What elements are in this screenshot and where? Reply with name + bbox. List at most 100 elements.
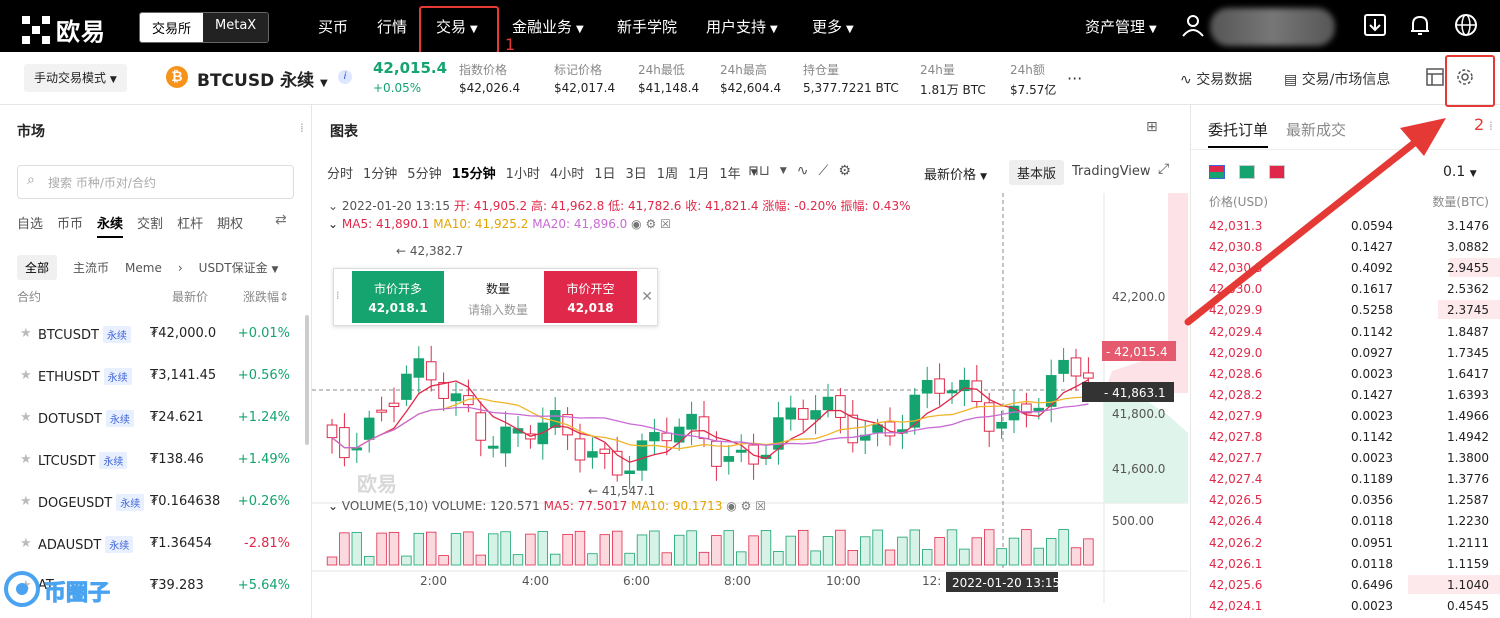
star-icon[interactable]: ★ — [20, 536, 32, 551]
subtab-usdt-margin[interactable]: USDT保证金 ▼ — [199, 259, 279, 276]
market-row[interactable]: ★ ADAUSDT 永续 ₮1.36454 -2.81% — [0, 524, 311, 566]
order-book-row[interactable]: 42,028.6 0.0023 1.6417 — [1191, 363, 1500, 384]
star-icon[interactable]: ★ — [20, 494, 32, 509]
interval-5[interactable]: 4小时 — [550, 163, 584, 182]
order-book-row[interactable]: 42,030.8 0.1427 3.0882 — [1191, 236, 1500, 257]
symbol-selector[interactable]: BTCUSD 永续 ▼ — [197, 66, 328, 91]
segment-exchange[interactable]: 交易所 — [140, 13, 204, 42]
tab-recent-trades[interactable]: 最新成交 — [1286, 119, 1346, 140]
star-icon[interactable]: ★ — [20, 368, 32, 383]
tab-options[interactable]: 期权 — [217, 213, 243, 238]
segment-metax[interactable]: MetaX — [203, 13, 269, 42]
tab-perpetual[interactable]: 永续 — [97, 213, 124, 238]
price-type-dropdown[interactable]: 最新价格 ▼ — [924, 164, 987, 183]
more-stats-button[interactable]: ··· — [1067, 69, 1082, 88]
order-book-row[interactable]: 42,026.4 0.0118 1.2230 — [1191, 510, 1500, 531]
chevron-down-icon[interactable]: ▼ — [780, 166, 787, 179]
trade-data-button[interactable]: ∿ 交易数据 — [1180, 69, 1252, 89]
interval-7[interactable]: 3日 — [626, 163, 647, 182]
drag-handle-icon[interactable]: ⁞ — [300, 121, 304, 135]
order-book-row[interactable]: 42,026.1 0.0118 1.1159 — [1191, 553, 1500, 574]
basic-chart-toggle[interactable]: 基本版 — [1009, 160, 1065, 185]
order-book-row[interactable]: 42,026.2 0.0951 1.2111 — [1191, 532, 1500, 553]
drag-handle-icon[interactable]: ⁞ — [336, 289, 340, 302]
tradingview-toggle[interactable]: TradingView — [1072, 164, 1151, 179]
order-book-row[interactable]: 42,025.6 0.6496 1.1040 — [1191, 574, 1500, 595]
interval-9[interactable]: 1月 — [688, 163, 709, 182]
market-row[interactable]: ★ DOGEUSDT 永续 ₮0.164638 +0.26% — [0, 482, 311, 524]
swap-icon[interactable]: ⇄ — [275, 212, 287, 228]
market-search-input[interactable]: ⌕ 搜索 币种/币对/合约 — [17, 165, 294, 199]
market-scrollbar[interactable] — [305, 315, 309, 445]
candle-type-icon[interactable]: ⊓⊔ — [748, 163, 770, 179]
star-icon[interactable]: ★ — [20, 410, 32, 425]
globe-icon[interactable] — [1453, 12, 1479, 38]
nav-item-0[interactable]: 买币 — [318, 16, 348, 37]
order-book-row[interactable]: 42,028.2 0.1427 1.6393 — [1191, 384, 1500, 405]
view-both-icon[interactable] — [1209, 165, 1225, 179]
tick-size-dropdown[interactable]: 0.1 ▼ — [1443, 164, 1477, 180]
market-short-button[interactable]: 市价开空 42,018 — [544, 271, 637, 323]
asset-management-menu[interactable]: 资产管理 ▼ — [1085, 16, 1157, 37]
layout-icon[interactable] — [1426, 68, 1444, 86]
interval-1[interactable]: 1分钟 — [363, 163, 397, 182]
subtab-all[interactable]: 全部 — [17, 255, 58, 280]
order-book-row[interactable]: 42,029.0 0.0927 1.7345 — [1191, 342, 1500, 363]
tab-futures[interactable]: 交割 — [137, 213, 163, 238]
star-icon[interactable]: ★ — [20, 326, 32, 341]
interval-10[interactable]: 1年 — [719, 163, 740, 182]
market-row[interactable]: ★ BTCUSDT 永续 ₮42,000.0 +0.01% — [0, 314, 311, 356]
nav-item-4[interactable]: 新手学院 — [617, 16, 677, 37]
tab-margin[interactable]: 杠杆 — [177, 213, 203, 238]
okx-logo[interactable]: 欧易 — [22, 12, 106, 47]
fullscreen-icon[interactable]: ⤢ — [1158, 161, 1169, 177]
nav-item-6[interactable]: 更多 ▼ — [812, 16, 854, 37]
tab-spot[interactable]: 币币 — [57, 213, 83, 238]
user-icon[interactable] — [1180, 12, 1206, 38]
order-book-row[interactable]: 42,030.0 0.1617 2.5362 — [1191, 278, 1500, 299]
col-change[interactable]: 涨跌幅⇕ — [243, 288, 289, 305]
market-long-button[interactable]: 市价开多 42,018.1 — [352, 271, 444, 323]
market-row[interactable]: ★ ETHUSDT 永续 ₮3,141.45 +0.56% — [0, 356, 311, 398]
drag-handle-icon[interactable]: ⁞ — [1489, 119, 1493, 133]
bell-icon[interactable] — [1407, 12, 1433, 38]
close-icon[interactable]: ☒ — [755, 499, 766, 513]
candlestick-chart[interactable]: 欧易 ← 42,382.7 ← 41,547.1 42,200.0 41,800.0 41… — [312, 193, 1188, 603]
view-asks-icon[interactable] — [1269, 165, 1285, 179]
order-book-row[interactable]: 42,027.8 0.1142 1.4942 — [1191, 426, 1500, 447]
order-book-row[interactable]: 42,027.7 0.0023 1.3800 — [1191, 447, 1500, 468]
chevron-right-icon[interactable]: › — [178, 261, 183, 275]
view-bids-icon[interactable] — [1239, 165, 1255, 179]
interval-8[interactable]: 1周 — [657, 163, 678, 182]
nav-item-5[interactable]: 用户支持 ▼ — [706, 16, 778, 37]
tab-order-book[interactable]: 委托订单 — [1208, 119, 1269, 148]
eye-icon[interactable]: ◉ — [726, 499, 736, 513]
interval-2[interactable]: 5分钟 — [407, 163, 441, 182]
order-book-row[interactable]: 42,024.1 0.0023 0.4545 — [1191, 595, 1500, 616]
download-icon[interactable] — [1362, 12, 1388, 38]
tab-favorites[interactable]: 自选 — [17, 213, 43, 238]
grid-layout-icon[interactable]: ⊞ — [1146, 119, 1158, 135]
market-info-button[interactable]: ▤ 交易/市场信息 — [1284, 69, 1390, 89]
chevron-down-icon[interactable]: ⌄ — [328, 499, 338, 513]
order-book-row[interactable]: 42,026.5 0.0356 1.2587 — [1191, 489, 1500, 510]
order-book-row[interactable]: 42,029.4 0.1142 1.8487 — [1191, 321, 1500, 342]
subtab-meme[interactable]: Meme — [125, 261, 162, 275]
draw-tool-icon[interactable]: ⟋ — [819, 163, 829, 179]
market-row[interactable]: ★ DOTUSDT 永续 ₮24.621 +1.24% — [0, 398, 311, 440]
nav-item-3[interactable]: 金融业务 ▼ — [512, 16, 584, 37]
order-book-row[interactable]: 42,031.3 0.0594 3.1476 — [1191, 215, 1500, 236]
subtab-mainstream[interactable]: 主流币 — [73, 259, 109, 276]
star-icon[interactable]: ★ — [20, 452, 32, 467]
order-book-row[interactable]: 42,027.4 0.1189 1.3776 — [1191, 468, 1500, 489]
gear-icon[interactable]: ⚙ — [741, 499, 752, 513]
order-book-row[interactable]: 42,029.9 0.5258 2.3745 — [1191, 299, 1500, 320]
trade-mode-dropdown[interactable]: 手动交易模式 ▼ — [24, 64, 127, 92]
interval-0[interactable]: 分时 — [327, 163, 353, 182]
interval-3[interactable]: 15分钟 — [452, 163, 496, 182]
order-book-row[interactable]: 42,027.9 0.0023 1.4966 — [1191, 405, 1500, 426]
interval-6[interactable]: 1日 — [594, 163, 615, 182]
close-icon[interactable]: ✕ — [641, 289, 653, 305]
info-icon[interactable]: i — [338, 70, 352, 84]
quantity-input[interactable]: 数量 请输入数量 — [452, 271, 544, 323]
